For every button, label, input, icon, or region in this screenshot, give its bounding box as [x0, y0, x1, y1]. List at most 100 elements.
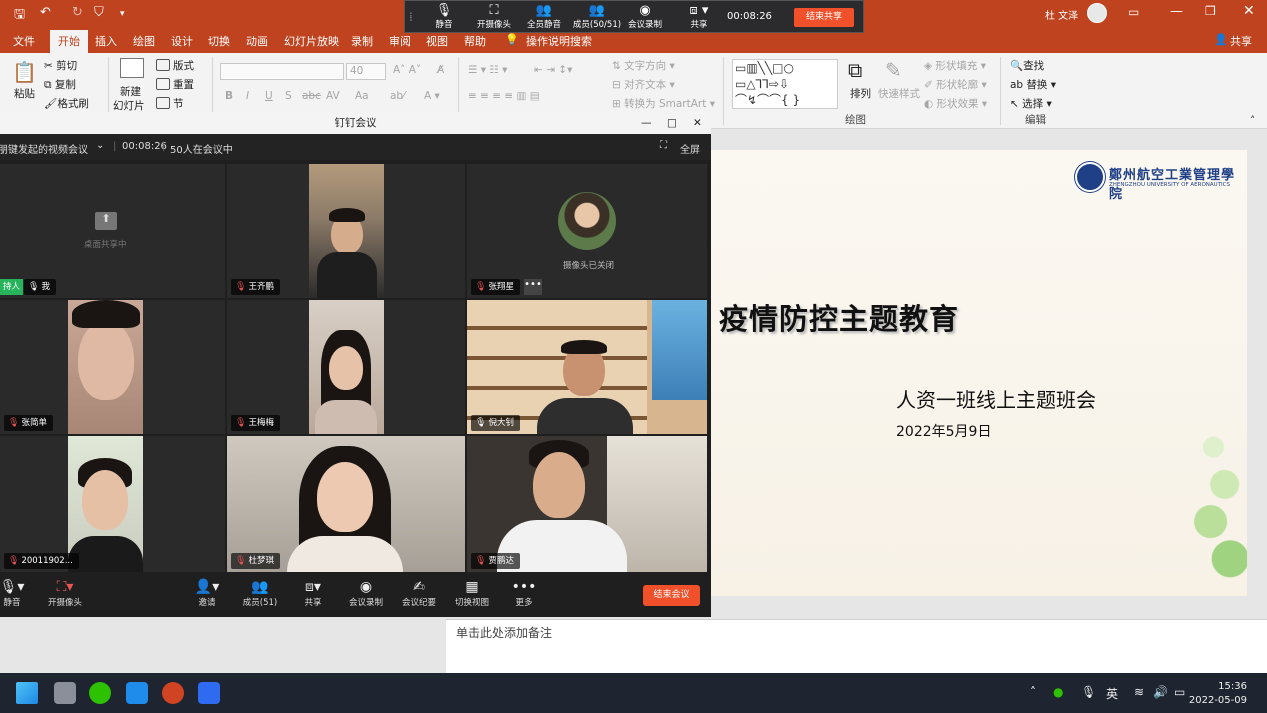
- share-record-button[interactable]: ◉ 会议录制: [619, 3, 671, 30]
- share-members-button[interactable]: 👥 成员(50/51): [568, 3, 626, 30]
- redo-icon[interactable]: ↻: [72, 5, 83, 20]
- end-meeting-button[interactable]: 结束会议: [643, 585, 700, 606]
- paste-icon[interactable]: 📋: [12, 60, 37, 84]
- ribbon-display-icon[interactable]: ▭: [1128, 5, 1139, 19]
- select-button[interactable]: ↖ 选择 ▾: [1010, 96, 1052, 111]
- paste-button[interactable]: 粘贴: [14, 86, 35, 101]
- taskbar-clock[interactable]: 15:36 2022-05-09: [1189, 680, 1247, 708]
- drag-handle-icon[interactable]: ⁞: [409, 10, 413, 24]
- new-slide-icon[interactable]: [120, 58, 144, 78]
- dingtalk-icon[interactable]: [126, 682, 148, 704]
- share-share-button[interactable]: ⧈ ▾ 共享: [673, 3, 725, 30]
- members-button[interactable]: 👥 成员(51): [235, 578, 285, 608]
- meeting-name[interactable]: 李朋键发起的视频会议: [0, 141, 88, 156]
- find-button[interactable]: 🔍查找: [1010, 58, 1044, 73]
- shape-outline-button[interactable]: ✐ 形状轮廓 ▾: [924, 77, 987, 92]
- share-button[interactable]: 共享: [1230, 33, 1252, 49]
- video-tile[interactable]: 🎙 杜梦琪: [227, 436, 465, 572]
- customize-icon[interactable]: ⛉: [94, 5, 104, 20]
- camera-button[interactable]: ⛶▾ 开摄像头: [40, 578, 90, 608]
- share-button[interactable]: ⧈▾ 共享: [288, 578, 338, 608]
- shape-effects-button[interactable]: ◐ 形状效果 ▾: [924, 96, 987, 111]
- shadow-button[interactable]: S: [285, 90, 292, 102]
- tab-animations[interactable]: 动画: [246, 33, 268, 49]
- tab-help[interactable]: 帮助: [464, 33, 486, 49]
- new-slide-label[interactable]: 新建: [120, 84, 141, 99]
- highlight-icon[interactable]: ab⁄: [390, 90, 405, 102]
- slide[interactable]: 鄭州航空工業管理學院 ZHENGZHOU UNIVERSITY OF AERON…: [711, 150, 1247, 596]
- font-grow-icon[interactable]: A˄ A˅: [393, 64, 421, 76]
- share-mute-button[interactable]: 🎙 静音: [418, 3, 470, 30]
- minimize-icon[interactable]: —: [1170, 4, 1183, 19]
- underline-button[interactable]: U: [265, 90, 273, 102]
- replace-button[interactable]: ab 替换 ▾: [1010, 77, 1056, 92]
- meeting-close-icon[interactable]: ✕: [693, 112, 702, 134]
- collapse-ribbon-icon[interactable]: ˄: [1250, 115, 1255, 127]
- layout-button[interactable]: 版式: [156, 58, 194, 73]
- avatar[interactable]: [1087, 3, 1107, 23]
- quick-styles-icon[interactable]: ✎: [885, 58, 902, 82]
- tab-design[interactable]: 设计: [171, 33, 193, 49]
- slide-title[interactable]: 疫情防控主题教育: [719, 296, 959, 338]
- stop-share-button[interactable]: 结束共享: [794, 8, 854, 27]
- slide-date[interactable]: 2022年5月9日: [896, 421, 991, 441]
- restore-icon[interactable]: ❐: [1205, 4, 1216, 18]
- format-painter-button[interactable]: 🖌格式刷: [44, 96, 89, 111]
- tab-file[interactable]: 文件: [13, 33, 35, 49]
- ime-indicator[interactable]: 英: [1106, 685, 1118, 702]
- tray-wechat-icon[interactable]: ●: [1053, 685, 1063, 699]
- tab-draw[interactable]: 绘图: [133, 33, 155, 49]
- italic-button[interactable]: I: [246, 90, 249, 102]
- font-color-icon[interactable]: A ▾: [424, 90, 440, 102]
- arrange-icon[interactable]: ⧉: [848, 58, 862, 82]
- tray-expand-icon[interactable]: ˄: [1030, 685, 1036, 699]
- section-button[interactable]: 节: [156, 96, 184, 111]
- switch-view-button[interactable]: ▦ 切换视图: [447, 578, 497, 608]
- invite-button[interactable]: 👤▾ 邀请: [182, 578, 232, 608]
- align-text-button[interactable]: ⊟ 对齐文本 ▾: [612, 77, 675, 92]
- task-view-icon[interactable]: [54, 682, 76, 704]
- shapes-gallery[interactable]: ▭▥╲╲□○ ▭△⅂⅂⇨⇩ ⌒↯⌒⌒{ }: [732, 59, 838, 109]
- bullets-icon[interactable]: ☰ ▾ ☷ ▾: [468, 64, 507, 76]
- indent-icon[interactable]: ⇤ ⇥ ↕▾: [534, 64, 572, 76]
- slide-subtitle[interactable]: 人资一班线上主题班会: [896, 384, 1096, 413]
- tab-home[interactable]: 开始: [50, 30, 88, 53]
- powerpoint-icon[interactable]: [162, 682, 184, 704]
- more-options-icon[interactable]: •••: [524, 279, 542, 295]
- shape-fill-button[interactable]: ◈ 形状填充 ▾: [924, 58, 986, 73]
- meeting-app-icon[interactable]: [198, 682, 220, 704]
- tab-view[interactable]: 视图: [426, 33, 448, 49]
- spacing-button[interactable]: AV: [326, 90, 340, 102]
- fullscreen-button[interactable]: 全屏: [680, 141, 700, 156]
- tab-review[interactable]: 审阅: [389, 33, 411, 49]
- video-tile-me[interactable]: ⬆ 桌面共享中 持人 🎙 我: [0, 164, 225, 298]
- mute-all-button[interactable]: 👥 全员静音: [518, 3, 570, 30]
- more-button[interactable]: ••• 更多: [499, 578, 549, 608]
- video-tile[interactable]: 🎙 王梅梅: [227, 300, 465, 434]
- save-icon[interactable]: 🖫: [14, 5, 25, 27]
- wechat-icon[interactable]: [89, 682, 111, 704]
- minutes-button[interactable]: ✍ 会议纪要: [394, 578, 444, 608]
- case-button[interactable]: Aa: [355, 90, 369, 102]
- qat-dropdown-icon[interactable]: ▾: [120, 9, 125, 19]
- video-tile[interactable]: 🎙 20011902...: [0, 436, 225, 572]
- tray-mic-icon[interactable]: 🎙: [1081, 685, 1096, 699]
- tell-me-search[interactable]: 操作说明搜索: [526, 33, 592, 49]
- video-tile[interactable]: 摄像头已关闭 🎙 张翔星 •••: [467, 164, 707, 298]
- video-tile[interactable]: 🎙 贾鹏达: [467, 436, 707, 572]
- wifi-icon[interactable]: ≋: [1134, 685, 1144, 699]
- windows-start-icon[interactable]: [16, 682, 38, 704]
- smartart-button[interactable]: ⊞ 转换为 SmartArt ▾: [612, 96, 715, 111]
- volume-icon[interactable]: 🔊: [1153, 685, 1168, 699]
- record-button[interactable]: ◉ 会议录制: [341, 578, 391, 608]
- meeting-minimize-icon[interactable]: —: [641, 112, 652, 134]
- text-direction-button[interactable]: ⇅ 文字方向 ▾: [612, 58, 675, 73]
- video-tile[interactable]: 🎙 倪大钊: [467, 300, 707, 434]
- video-tile[interactable]: 🎙 张简单: [0, 300, 225, 434]
- battery-icon[interactable]: ▭: [1174, 685, 1185, 699]
- align-icons[interactable]: ≡ ≡ ≡ ≡ ▥ ▤: [468, 90, 540, 102]
- bold-button[interactable]: B: [225, 90, 233, 102]
- tab-transitions[interactable]: 切换: [208, 33, 230, 49]
- cut-button[interactable]: ✂ 剪切: [44, 58, 77, 73]
- undo-icon[interactable]: ↶: [40, 5, 51, 20]
